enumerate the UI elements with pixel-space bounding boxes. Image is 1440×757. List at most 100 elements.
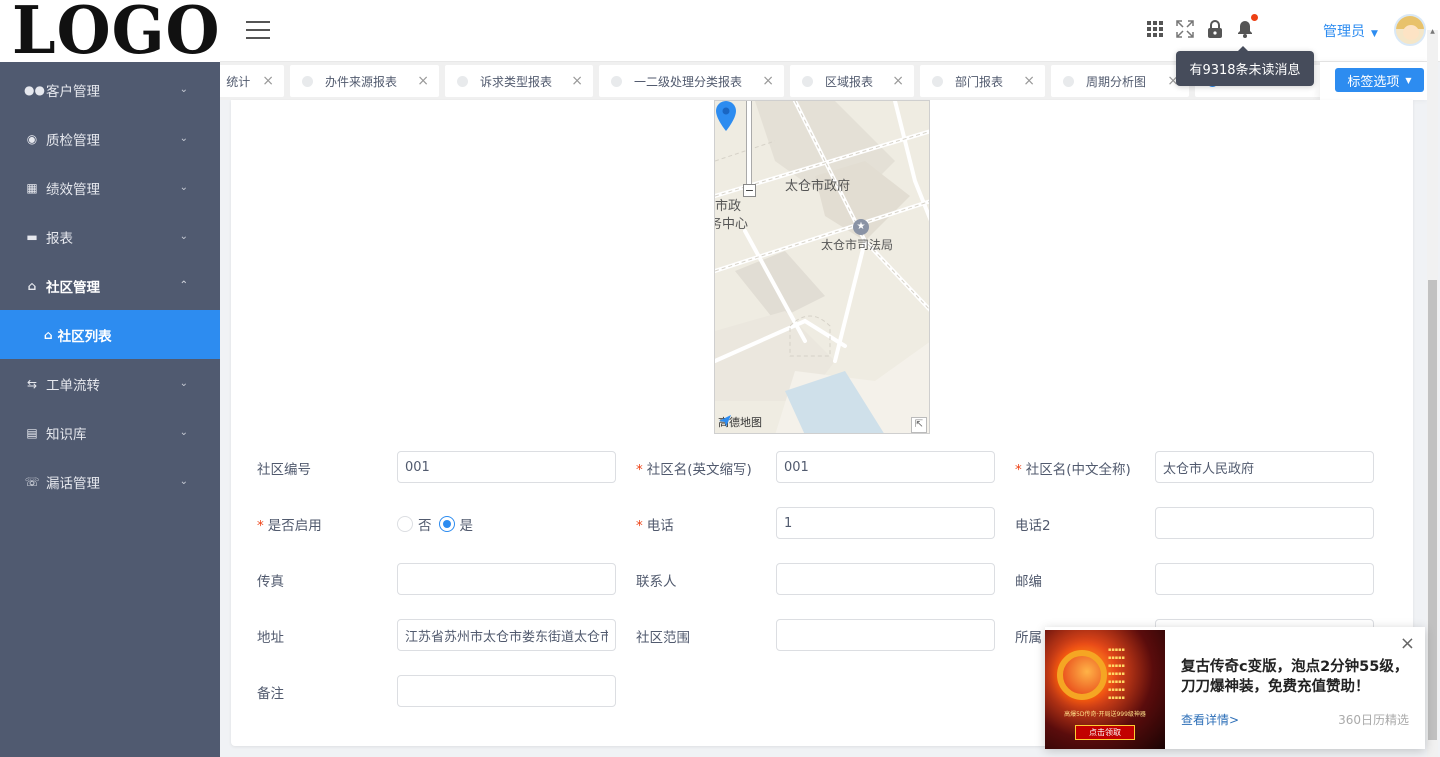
caret-down-icon: ▼ <box>1405 75 1412 85</box>
tab-options-button[interactable]: 标签选项 ▼ <box>1335 68 1424 92</box>
chevron-down-icon: ⌄ <box>179 182 188 193</box>
map-label: 太仓市司法局 <box>821 238 894 252</box>
sidebar-item-reports[interactable]: ▬ 报表 ⌄ <box>0 212 220 261</box>
community-abbr-label: * 社区名(英文缩写) <box>636 462 752 478</box>
avatar[interactable] <box>1394 14 1426 46</box>
home-icon: ⌂ <box>44 327 53 342</box>
tab-label: 一二级处理分类报表 <box>634 74 743 89</box>
bell-icon[interactable] <box>1236 14 1258 39</box>
remark-input[interactable] <box>397 675 616 707</box>
contact-label: 联系人 <box>636 574 677 590</box>
notification-badge <box>1251 14 1258 21</box>
tab-status-dot <box>302 75 313 87</box>
sidebar-item-community[interactable]: ⌂ 社区管理 ⌃ <box>0 261 220 310</box>
chart-icon: ▦ <box>26 180 38 195</box>
scroll-up-arrow-icon[interactable]: ▲ <box>1428 28 1437 40</box>
menu-toggle-icon[interactable] <box>246 21 270 39</box>
community-code-label: 社区编号 <box>257 462 311 478</box>
contact-input[interactable] <box>776 563 995 595</box>
remark-label: 备注 <box>257 686 284 702</box>
sidebar-menu: ●● 客户管理 ⌄ ◉ 质检管理 ⌄ ▦ 绩效管理 ⌄ ▬ 报表 ⌄ ⌂ 社区管… <box>0 65 220 506</box>
logo[interactable]: LOGO <box>0 0 220 62</box>
tab-item[interactable]: 诉求类型报表 × <box>445 65 593 97</box>
close-icon[interactable]: × <box>571 73 583 89</box>
sidebar-item-missed-calls[interactable]: ☏ 漏话管理 ⌄ <box>0 457 220 506</box>
community-code-input[interactable] <box>397 451 616 483</box>
chevron-down-icon: ⌄ <box>179 476 188 487</box>
close-icon[interactable]: × <box>1400 633 1415 654</box>
ad-image[interactable]: ▪▪▪▪▪ ▪▪▪▪▪ ▪▪▪▪▪ ▪▪▪▪▪ ▪▪▪▪▪ ▪▪▪▪▪ ▪▪▪▪▪ 高爆5D… <box>1045 630 1165 749</box>
sidebar-subitem-community-list[interactable]: ⌂ 社区列表 <box>0 310 220 359</box>
phone2-input[interactable] <box>1155 507 1374 539</box>
alert-icon: ◉ <box>26 131 38 146</box>
postcode-input[interactable] <box>1155 563 1374 595</box>
address-input[interactable] <box>397 619 616 651</box>
sidebar-item-knowledge[interactable]: ▤ 知识库 ⌄ <box>0 408 220 457</box>
tab-item[interactable]: 周期分析图 × <box>1051 65 1189 97</box>
lock-icon[interactable] <box>1206 19 1224 39</box>
sidebar-item-label: 社区管理 <box>46 279 100 296</box>
address-label: 地址 <box>257 630 284 646</box>
tab-label: 周期分析图 <box>1086 74 1147 89</box>
sidebar-item-label: 知识库 <box>46 426 87 443</box>
expand-icon[interactable]: ⇱ <box>911 417 927 433</box>
community-abbr-input[interactable] <box>776 451 995 483</box>
ad-title[interactable]: 复古传奇c变版，泡点2分钟55级，刀刀爆神装，免费充值赞助！ <box>1181 657 1417 697</box>
home-icon: ⌂ <box>27 278 37 293</box>
scrollbar-thumb[interactable] <box>1428 280 1437 740</box>
map-pin-icon[interactable] <box>715 101 737 131</box>
ad-popup[interactable]: ▪▪▪▪▪ ▪▪▪▪▪ ▪▪▪▪▪ ▪▪▪▪▪ ▪▪▪▪▪ ▪▪▪▪▪ ▪▪▪▪▪ 高爆5D… <box>1045 627 1425 749</box>
tab-label: 区域报表 <box>825 74 874 89</box>
page-tabs: 统计 × 办件来源报表 × 诉求类型报表 × 一二级处理分类报表 × 区域报表 × 部门报… <box>220 62 1320 100</box>
close-icon[interactable]: × <box>1023 73 1035 89</box>
phone-icon: ☏ <box>24 474 40 489</box>
fax-label: 传真 <box>257 574 284 590</box>
book-icon: ▤ <box>26 425 38 440</box>
tab-item[interactable]: 部门报表 × <box>920 65 1045 97</box>
close-icon[interactable]: × <box>262 73 274 89</box>
chevron-down-icon: ⌄ <box>179 231 188 242</box>
range-input[interactable] <box>776 619 995 651</box>
fullscreen-icon[interactable] <box>1176 19 1194 39</box>
radio-label: 否 <box>418 518 432 534</box>
enabled-yes-radio[interactable] <box>438 516 455 532</box>
users-icon: ●● <box>24 82 45 97</box>
close-icon[interactable]: × <box>762 73 774 89</box>
fax-input[interactable] <box>397 563 616 595</box>
sidebar-item-label: 工单流转 <box>46 377 100 394</box>
sidebar-item-quality[interactable]: ◉ 质检管理 ⌄ <box>0 114 220 163</box>
map-label: 务中心 <box>715 217 749 232</box>
map[interactable]: − 太仓市政府 ★ 太仓市司法局 市政 务中心 高德地图 ⇱ <box>714 100 930 434</box>
sidebar-item-label: 漏话管理 <box>46 475 100 492</box>
tab-item[interactable]: 区域报表 × <box>790 65 914 97</box>
map-label: 市政 <box>715 199 742 214</box>
user-menu[interactable]: 管理员 ▼ <box>1323 21 1378 41</box>
close-icon[interactable]: × <box>417 73 429 89</box>
ad-details-link[interactable]: 查看详情> <box>1181 711 1239 728</box>
ad-image-promo: 高爆5D传奇·开局送999级神器 <box>1064 711 1146 718</box>
ad-image-text: ▪▪▪▪▪ ▪▪▪▪▪ ▪▪▪▪▪ ▪▪▪▪▪ ▪▪▪▪▪ ▪▪▪▪▪ ▪▪▪▪▪ <box>1108 647 1125 701</box>
tab-status-dot <box>457 75 468 87</box>
map-zoom-out-button[interactable]: − <box>743 184 756 197</box>
tab-item[interactable]: 办件来源报表 × <box>290 65 439 97</box>
sidebar-item-customer[interactable]: ●● 客户管理 ⌄ <box>0 65 220 114</box>
enabled-label: * 是否启用 <box>257 518 322 534</box>
tab-status-dot <box>1063 75 1074 87</box>
community-fullname-input[interactable] <box>1155 451 1374 483</box>
tab-item[interactable]: 统计 × <box>220 65 284 97</box>
apps-grid-icon[interactable] <box>1146 19 1164 39</box>
community-fullname-label: * 社区名(中文全称) <box>1015 462 1131 478</box>
enabled-no-radio[interactable] <box>397 516 413 532</box>
tab-item[interactable]: 一二级处理分类报表 × <box>599 65 784 97</box>
map-zoom-bar[interactable] <box>746 101 752 186</box>
range-label: 社区范围 <box>636 630 690 646</box>
belong-label: 所属 <box>1015 630 1042 646</box>
close-icon[interactable]: × <box>892 73 904 89</box>
map-provider-logo: 高德地图 <box>718 414 762 430</box>
chevron-down-icon: ⌄ <box>179 133 188 144</box>
header-icons <box>1146 14 1258 39</box>
ad-image-button[interactable]: 点击领取 <box>1075 725 1135 740</box>
sidebar-item-workorder[interactable]: ⇆ 工单流转 ⌄ <box>0 359 220 408</box>
sidebar-item-performance[interactable]: ▦ 绩效管理 ⌄ <box>0 163 220 212</box>
phone-input[interactable] <box>776 507 995 539</box>
